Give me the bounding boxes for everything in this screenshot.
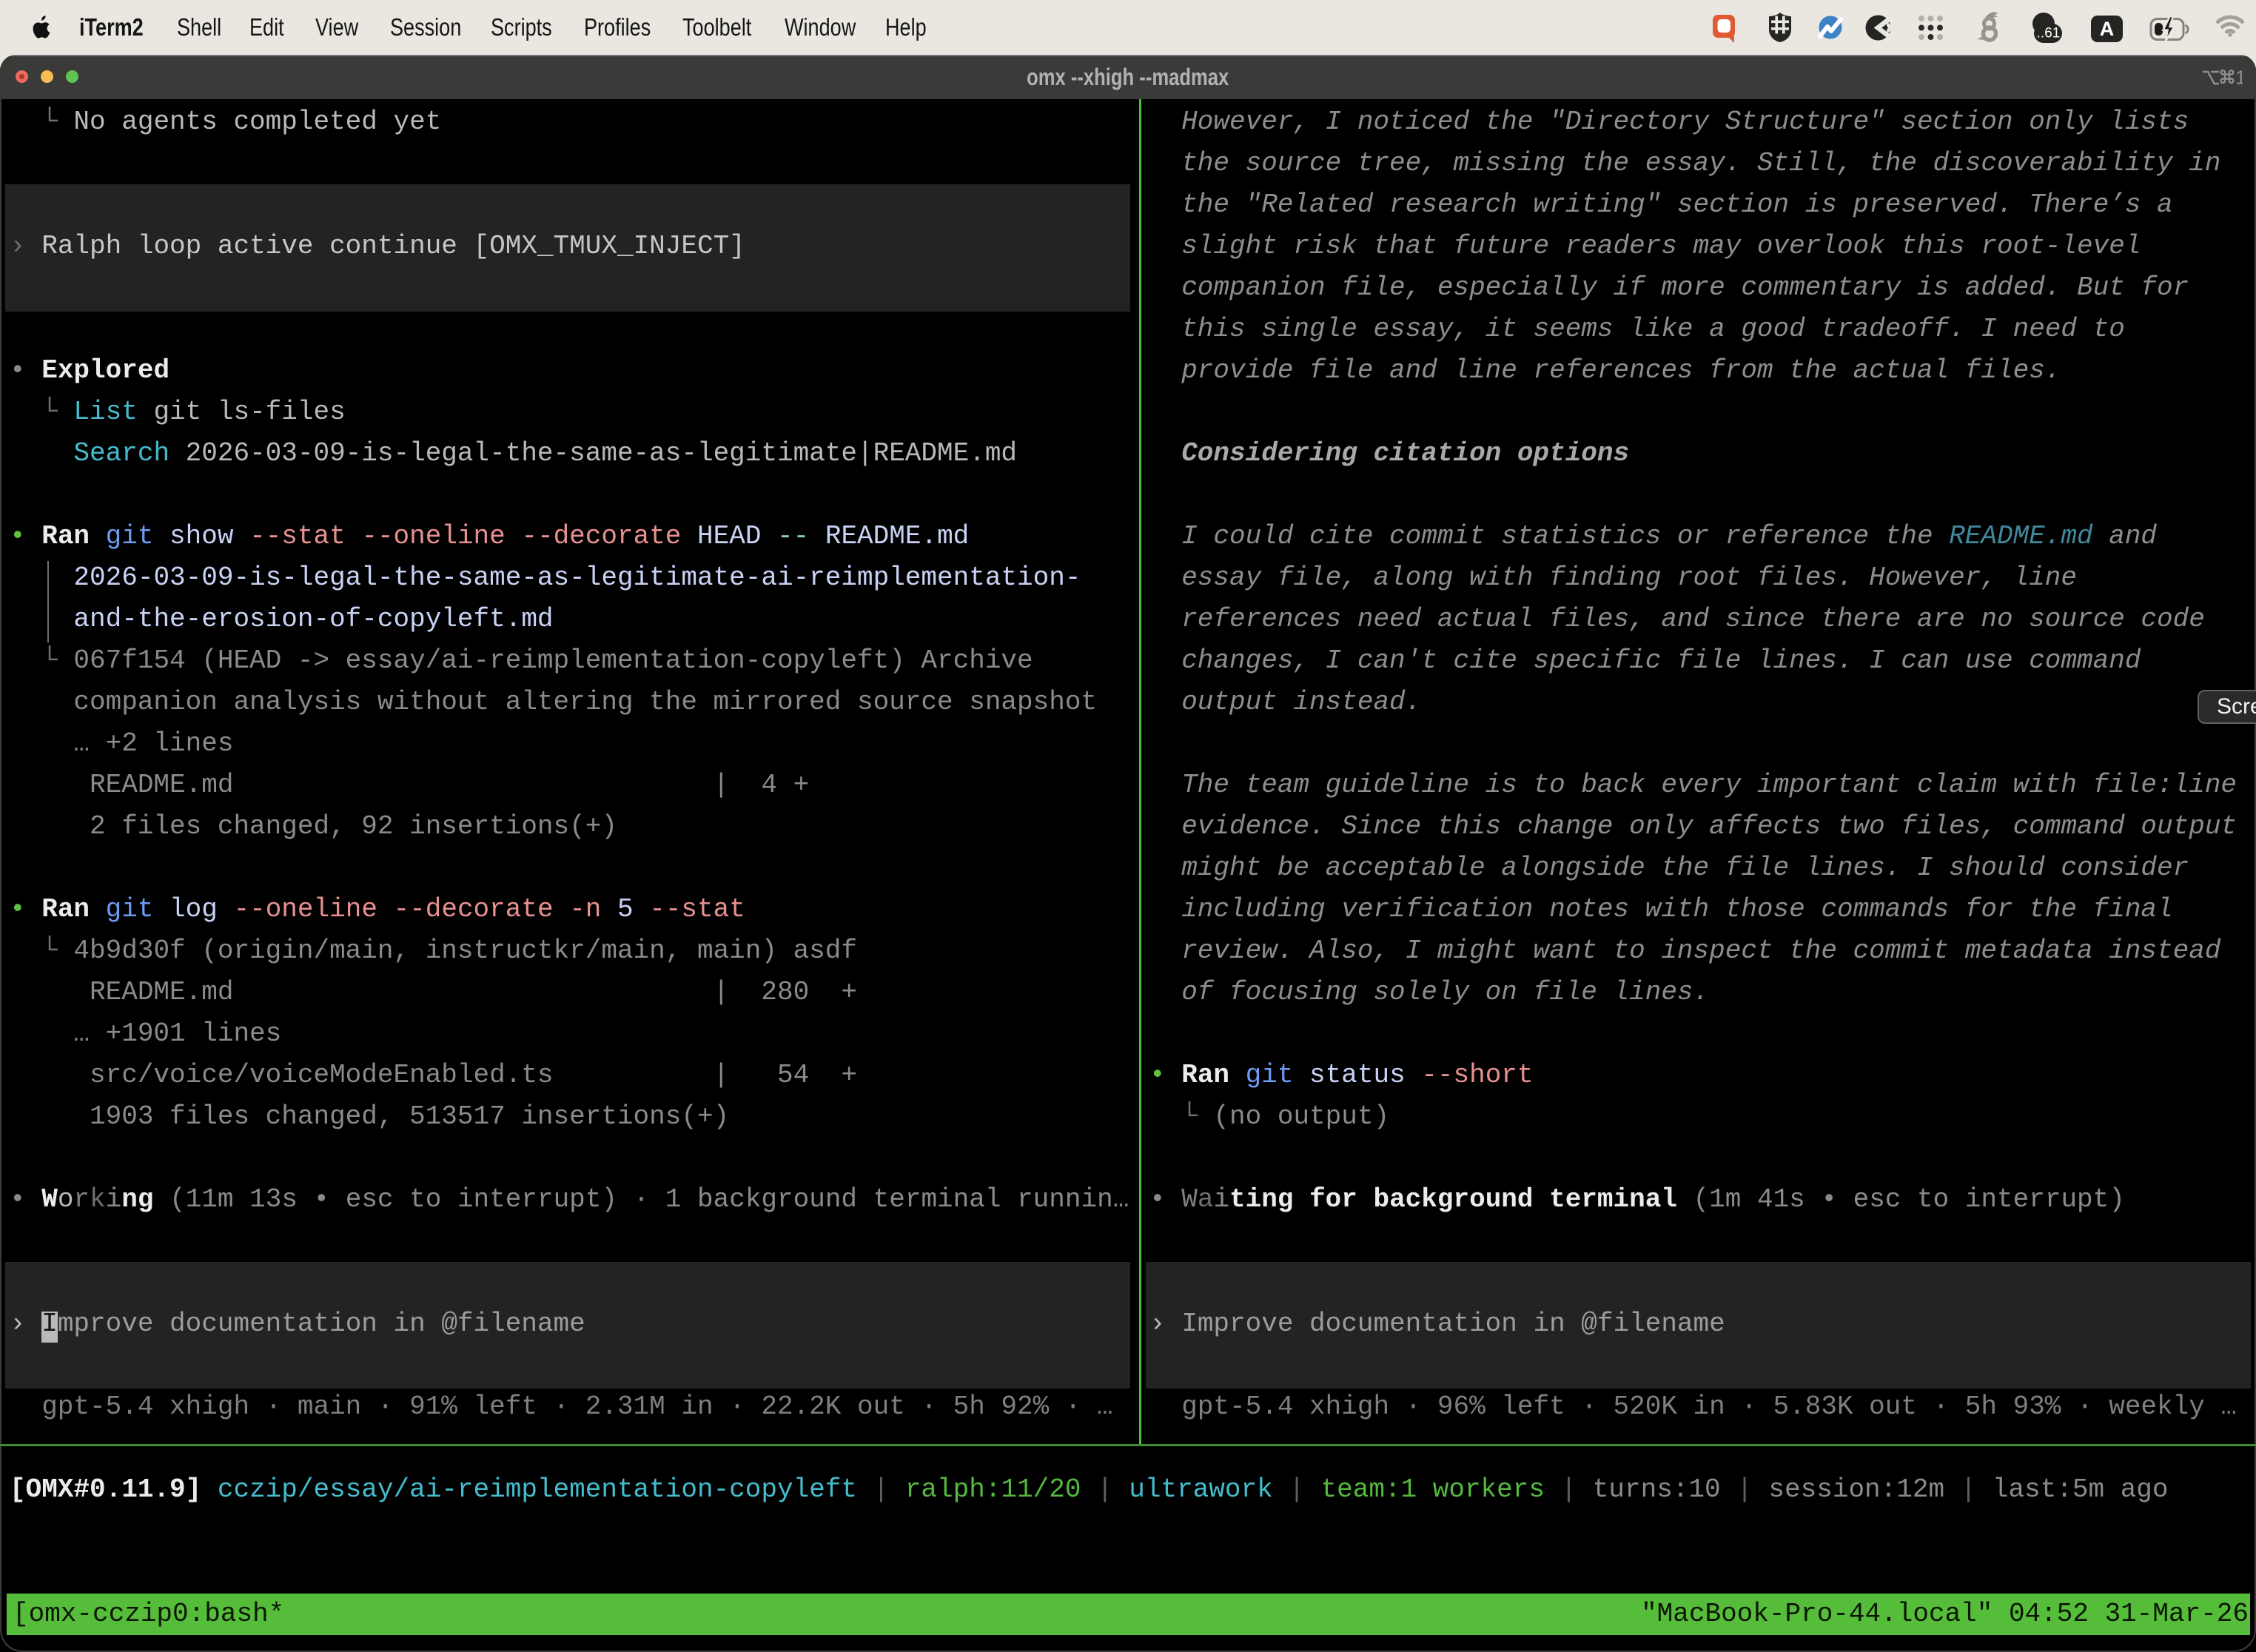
svg-text:..61: ..61: [2037, 26, 2061, 41]
svg-text:1: 1: [2235, 67, 2243, 88]
